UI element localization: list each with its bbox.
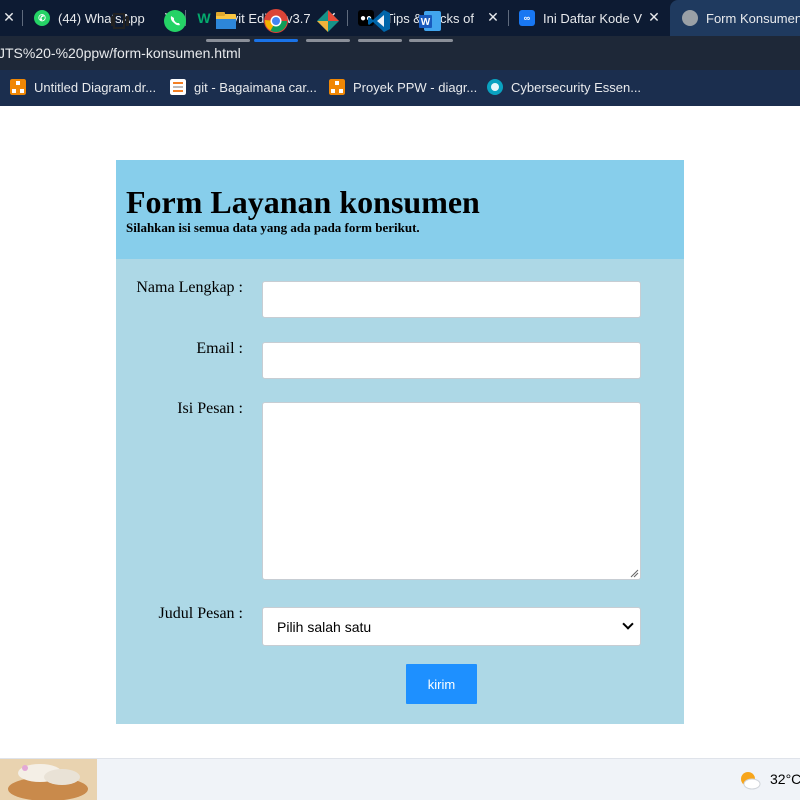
bookmark-proyek-ppw[interactable]: Proyek PPW - diagr... bbox=[329, 79, 477, 95]
resize-handle-icon[interactable] bbox=[630, 569, 639, 578]
file-explorer-icon[interactable] bbox=[213, 8, 239, 34]
w3schools-icon: W bbox=[197, 10, 211, 26]
drawio-icon bbox=[10, 79, 26, 95]
active-app-indicator bbox=[409, 39, 453, 42]
judul-pesan-label: Judul Pesan : bbox=[158, 605, 243, 622]
active-app-indicator bbox=[358, 39, 402, 42]
isi-pesan-textarea[interactable] bbox=[262, 402, 641, 580]
tab-partial[interactable]: ✕ bbox=[0, 0, 22, 36]
cisco-icon bbox=[487, 79, 503, 95]
tab-daftar-kode[interactable]: ∞ Ini Daftar Kode V ✕ bbox=[509, 0, 669, 36]
globe-icon bbox=[682, 10, 698, 26]
weather-sun-cloud-icon[interactable] bbox=[738, 768, 762, 792]
tab-label: Form Konsumen bbox=[706, 10, 800, 26]
chrome-icon[interactable] bbox=[263, 8, 289, 34]
active-app-indicator bbox=[254, 39, 298, 42]
form-subtitle: Silahkan isi semua data yang ada pada fo… bbox=[126, 220, 420, 235]
active-app-indicator bbox=[306, 39, 350, 42]
bookmark-label: git - Bagaimana car... bbox=[194, 79, 317, 95]
gitkraken-icon[interactable] bbox=[315, 8, 341, 34]
bookmark-cybersecurity[interactable]: Cybersecurity Essen... bbox=[487, 79, 641, 95]
form-header: Form Layanan konsumen Silahkan isi semua… bbox=[116, 160, 684, 259]
close-icon[interactable]: ✕ bbox=[2, 10, 16, 24]
whatsapp-icon: ✆ bbox=[34, 10, 50, 26]
meta-icon: ∞ bbox=[519, 10, 535, 26]
email-field[interactable] bbox=[262, 342, 641, 379]
isi-pesan-label: Isi Pesan : bbox=[177, 400, 243, 417]
bookmark-label: Proyek PPW - diagr... bbox=[353, 79, 478, 95]
form-container: Form Layanan konsumen Silahkan isi semua… bbox=[116, 160, 684, 724]
stackoverflow-icon bbox=[170, 79, 186, 95]
bookmark-label: Cybersecurity Essen... bbox=[511, 79, 642, 95]
weather-widget-icon[interactable] bbox=[0, 759, 97, 800]
nama-lengkap-input[interactable] bbox=[262, 281, 641, 318]
word-icon[interactable]: W bbox=[417, 8, 443, 34]
svg-text:W: W bbox=[421, 17, 431, 28]
drawio-icon bbox=[329, 79, 345, 95]
temperature-readout[interactable]: 32°C bbox=[770, 771, 800, 787]
task-view-icon[interactable] bbox=[108, 8, 134, 34]
form-title: Form Layanan konsumen bbox=[126, 184, 480, 220]
bookmark-untitled-diagram[interactable]: Untitled Diagram.dr... bbox=[10, 79, 156, 95]
bookmarks-bar: Untitled Diagram.dr... git - Bagaimana c… bbox=[0, 70, 800, 106]
tab-whatsapp[interactable]: ✆ (44) WhatsApp ✕ bbox=[24, 0, 184, 36]
judul-pesan-select[interactable]: Pilih salah satu bbox=[262, 607, 641, 646]
bookmark-label: Untitled Diagram.dr... bbox=[34, 79, 157, 95]
chevron-down-icon bbox=[622, 618, 634, 630]
select-value: Pilih salah satu bbox=[277, 618, 372, 635]
url-text[interactable]: JTS%20-%20ppw/form-konsumen.html bbox=[0, 45, 241, 61]
active-app-indicator bbox=[206, 39, 250, 42]
close-icon[interactable]: ✕ bbox=[647, 10, 661, 24]
tab-form-konsumen[interactable]: Form Konsumen bbox=[670, 0, 800, 36]
windows-taskbar bbox=[0, 758, 800, 800]
whatsapp-icon[interactable] bbox=[162, 8, 188, 34]
nama-label: Nama Lengkap : bbox=[136, 279, 243, 296]
tab-separator bbox=[22, 10, 23, 26]
tab-label: Ini Daftar Kode V bbox=[543, 10, 642, 26]
vscode-icon[interactable] bbox=[366, 8, 392, 34]
bookmark-git[interactable]: git - Bagaimana car... bbox=[170, 79, 317, 95]
close-icon[interactable]: ✕ bbox=[486, 10, 500, 24]
kirim-button[interactable]: kirim bbox=[406, 664, 477, 704]
email-label: Email : bbox=[196, 340, 243, 357]
